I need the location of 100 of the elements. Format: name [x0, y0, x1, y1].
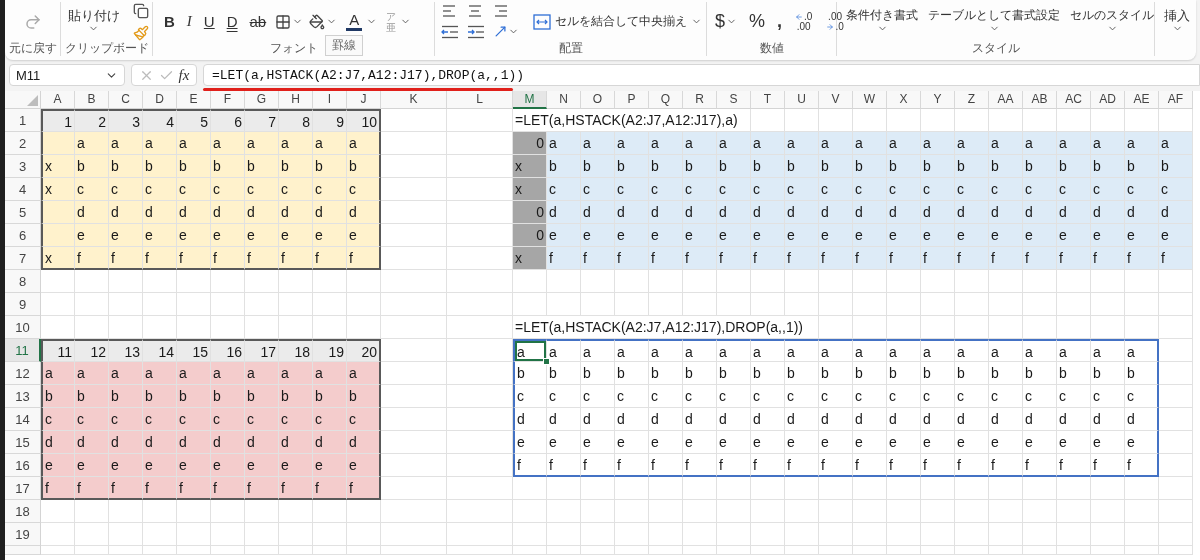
sheet-cell[interactable]	[649, 500, 683, 523]
sheet-cell[interactable]: x	[41, 247, 75, 270]
sheet-cell[interactable]	[1125, 109, 1159, 132]
sheet-cell[interactable]	[75, 500, 109, 523]
sheet-cell[interactable]	[921, 546, 955, 555]
sheet-cell[interactable]: e	[819, 431, 853, 454]
sheet-cell[interactable]: a	[177, 362, 211, 385]
underline-button[interactable]: U	[198, 9, 220, 34]
sheet-cell[interactable]: f	[785, 247, 819, 270]
sheet-cell[interactable]: b	[347, 385, 381, 408]
row-header[interactable]: 10	[5, 316, 41, 339]
sheet-cell[interactable]: a	[547, 132, 581, 155]
sheet-cell[interactable]: e	[1091, 224, 1125, 247]
sheet-cell[interactable]	[75, 523, 109, 546]
sheet-cell[interactable]: b	[279, 155, 313, 178]
sheet-cell[interactable]: x	[513, 247, 547, 270]
sheet-cell[interactable]: x	[41, 155, 75, 178]
sheet-cell[interactable]: e	[143, 224, 177, 247]
sheet-cell[interactable]	[381, 385, 447, 408]
sheet-cell[interactable]	[1159, 500, 1193, 523]
sheet-cell[interactable]	[381, 477, 447, 500]
sheet-cell[interactable]	[1023, 523, 1057, 546]
sheet-cell[interactable]: c	[347, 408, 381, 431]
sheet-cell[interactable]	[1023, 109, 1057, 132]
sheet-cell[interactable]: c	[1091, 385, 1125, 408]
sheet-cell[interactable]: a	[1091, 339, 1125, 362]
sheet-cell[interactable]	[785, 109, 819, 132]
sheet-cell[interactable]	[989, 523, 1023, 546]
sheet-cell[interactable]	[785, 293, 819, 316]
sheet-cell[interactable]: e	[751, 224, 785, 247]
sheet-cell[interactable]	[1057, 109, 1091, 132]
sheet-cell[interactable]: 18	[279, 339, 313, 362]
sheet-cell[interactable]: a	[819, 339, 853, 362]
sheet-cell[interactable]: b	[313, 385, 347, 408]
sheet-cell[interactable]: f	[717, 454, 751, 477]
column-header[interactable]: K	[381, 91, 447, 109]
sheet-cell[interactable]: d	[751, 201, 785, 224]
sheet-cell[interactable]	[279, 293, 313, 316]
row-header[interactable]: 18	[5, 500, 41, 523]
sheet-cell[interactable]	[447, 408, 513, 431]
sheet-cell[interactable]: b	[347, 155, 381, 178]
column-header[interactable]: W	[853, 91, 887, 109]
sheet-cell[interactable]	[1091, 109, 1125, 132]
sheet-cell[interactable]: c	[211, 178, 245, 201]
sheet-cell[interactable]: c	[649, 385, 683, 408]
sheet-cell[interactable]: b	[1057, 362, 1091, 385]
sheet-cell[interactable]: b	[177, 385, 211, 408]
sheet-cell[interactable]: e	[989, 224, 1023, 247]
sheet-cell[interactable]: d	[143, 201, 177, 224]
sheet-cell[interactable]: c	[1091, 178, 1125, 201]
number-format-button[interactable]: %	[747, 9, 768, 34]
sheet-cell[interactable]	[547, 477, 581, 500]
sheet-cell[interactable]	[1159, 270, 1193, 293]
sheet-cell[interactable]: b	[887, 155, 921, 178]
sheet-cell[interactable]: b	[1125, 155, 1159, 178]
insert-function-button[interactable]: fx	[178, 66, 190, 84]
sheet-cell[interactable]	[853, 546, 887, 555]
sheet-cell[interactable]: b	[853, 362, 887, 385]
sheet-cell[interactable]: e	[313, 224, 347, 247]
sheet-cell[interactable]	[887, 477, 921, 500]
sheet-cell[interactable]: c	[177, 178, 211, 201]
sheet-cell[interactable]	[447, 132, 513, 155]
sheet-cell[interactable]: f	[581, 454, 615, 477]
sheet-cell[interactable]	[211, 270, 245, 293]
sheet-cell[interactable]: b	[581, 155, 615, 178]
column-header[interactable]: H	[279, 91, 313, 109]
strike-button[interactable]: ab	[244, 9, 272, 34]
column-header[interactable]: AD	[1091, 91, 1125, 109]
row-header[interactable]: 15	[5, 431, 41, 454]
sheet-cell[interactable]	[1159, 385, 1193, 408]
sheet-cell[interactable]	[751, 477, 785, 500]
sheet-cell[interactable]: b	[177, 155, 211, 178]
sheet-cell[interactable]	[1159, 362, 1193, 385]
sheet-cell[interactable]: d	[1125, 408, 1159, 431]
sheet-cell[interactable]: e	[615, 431, 649, 454]
sheet-cell[interactable]: d	[1057, 201, 1091, 224]
sheet-cell[interactable]	[109, 546, 143, 555]
sheet-cell[interactable]: c	[819, 178, 853, 201]
row-header[interactable]: 12	[5, 362, 41, 385]
column-header[interactable]: AC	[1057, 91, 1091, 109]
sheet-cell[interactable]: a	[313, 132, 347, 155]
sheet-cell[interactable]: a	[1057, 132, 1091, 155]
sheet-cell[interactable]: d	[1057, 408, 1091, 431]
sheet-cell[interactable]	[447, 109, 513, 132]
sheet-cell[interactable]: d	[75, 201, 109, 224]
sheet-cell[interactable]: a	[143, 132, 177, 155]
sheet-cell[interactable]	[447, 316, 513, 339]
sheet-cell[interactable]	[279, 500, 313, 523]
sheet-cell[interactable]	[581, 293, 615, 316]
row-header[interactable]: 1	[5, 109, 41, 132]
sheet-cell[interactable]: e	[921, 431, 955, 454]
merge-center-button[interactable]: セルを結合して中央揃え	[531, 9, 704, 34]
sheet-cell[interactable]: f	[1125, 454, 1159, 477]
sheet-cell[interactable]	[347, 293, 381, 316]
sheet-cell[interactable]: b	[1091, 155, 1125, 178]
format-painter-icon[interactable]	[132, 24, 149, 41]
sheet-cell[interactable]: e	[819, 224, 853, 247]
sheet-cell[interactable]: d	[921, 201, 955, 224]
sheet-cell[interactable]: b	[279, 385, 313, 408]
sheet-cell[interactable]	[853, 500, 887, 523]
